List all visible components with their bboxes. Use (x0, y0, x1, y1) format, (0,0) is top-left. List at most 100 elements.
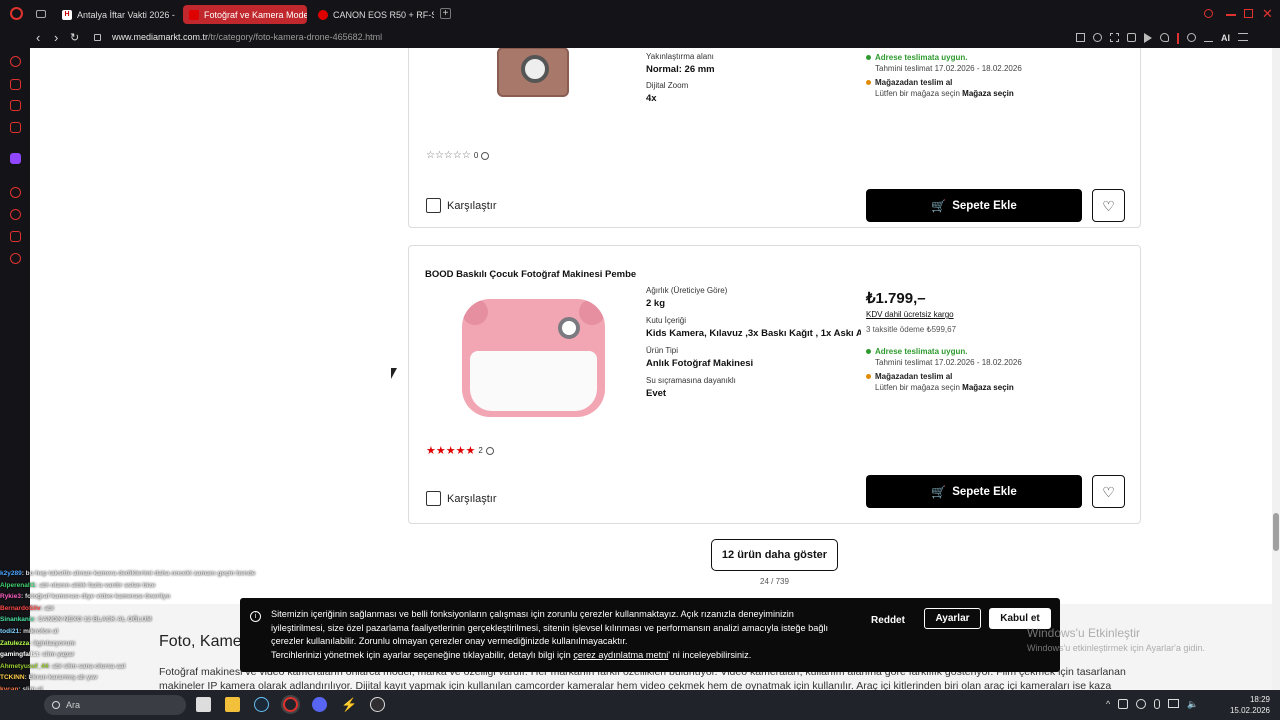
close-window-button[interactable]: ✕ (1262, 6, 1273, 22)
rating-stars: ★★★★★ 2 (426, 444, 494, 457)
search-icon (52, 701, 60, 709)
windows-taskbar: Ara ⚡ ^ 🔈 18:29 15.02.2026 (0, 690, 1280, 720)
reload-icon[interactable]: ↻ (70, 31, 79, 44)
volume-icon[interactable]: 🔈 (1187, 699, 1198, 710)
heart-icon[interactable] (1160, 33, 1169, 42)
review-count: 0 (473, 151, 479, 160)
menu-icon[interactable] (1238, 33, 1248, 41)
checkbox-box (426, 491, 441, 506)
maximize-button[interactable] (1244, 9, 1253, 18)
scrollbar-thumb[interactable] (1273, 513, 1279, 551)
task-view-icon[interactable] (196, 697, 211, 712)
chat-message: k2y289: bu hep taksitle alınan kamera de… (0, 570, 256, 577)
discord-icon[interactable] (312, 697, 327, 712)
aria-ai-button[interactable]: AI (1221, 33, 1230, 44)
green-dot-icon (866, 349, 871, 355)
green-dot-icon (866, 55, 871, 61)
taskbar-apps: ⚡ (196, 697, 385, 712)
add-to-cart-button[interactable]: 🛒 Sepete Ekle (866, 189, 1082, 222)
news-icon[interactable] (10, 122, 21, 133)
vpn-icon[interactable] (1127, 33, 1136, 42)
chat-message: Zatulezza: ilginlazyorum (0, 639, 76, 647)
chat-message: Sinankaniz: CANON NEXO 12 BLACK AL OĞLUM (0, 616, 152, 624)
product-count: 24 / 739 (760, 577, 789, 586)
page-scrollbar[interactable] (1272, 48, 1280, 690)
history-icon[interactable] (10, 209, 21, 220)
split-view-icon[interactable] (1076, 33, 1085, 42)
screenshot-icon[interactable] (1110, 33, 1119, 42)
file-explorer-icon[interactable] (225, 697, 240, 712)
tray-app-icon[interactable] (1118, 699, 1129, 709)
account-icon[interactable] (1187, 33, 1196, 42)
workspaces-icon[interactable] (36, 10, 46, 18)
opera-taskbar-icon[interactable] (283, 697, 298, 712)
back-icon[interactable]: ‹ (36, 30, 40, 45)
delivery-info: Adrese teslimata uygun. Tahmini teslimat… (866, 347, 1126, 392)
messenger-icon[interactable] (10, 100, 21, 111)
chat-message: Rykie3: fotoğraf kamerası diye video kam… (0, 593, 171, 601)
bolt-app-icon[interactable]: ⚡ (341, 697, 357, 712)
specs-list: Ağırlık (Üreticiye Göre) 2 kg Kutu İçeri… (646, 286, 861, 399)
spec-value: 4x (646, 93, 657, 104)
chat-message: Alperenalt1: abi olanın aldık fazla vard… (0, 581, 156, 589)
mouse-cursor-icon (391, 368, 397, 379)
store-select-link[interactable]: Mağaza seçin (962, 89, 1014, 98)
shopping-icon[interactable] (10, 79, 21, 90)
wishlist-button[interactable]: ♡ (1092, 475, 1125, 508)
review-count: 2 (478, 446, 483, 455)
mediamarkt-favicon-icon (189, 9, 199, 20)
player-icon[interactable] (10, 187, 21, 198)
obs-icon[interactable] (370, 697, 385, 712)
compare-checkbox[interactable]: Karşılaştır (426, 491, 497, 506)
tray-app-icon[interactable] (1136, 699, 1147, 709)
url-field[interactable]: www.mediamarkt.com.tr/tr/category/foto-k… (112, 32, 382, 42)
pin-icon[interactable] (1093, 33, 1102, 42)
steam-icon[interactable] (254, 697, 269, 712)
play-icon[interactable] (1144, 33, 1152, 43)
extensions-icon[interactable] (10, 231, 21, 242)
product-title[interactable]: BOOD Baskılı Çocuk Fotoğraf Makinesi Pem… (425, 269, 636, 280)
minimize-button[interactable] (1226, 14, 1236, 16)
rating-stars: ☆☆☆☆☆ 0 (426, 150, 490, 161)
settings-icon[interactable] (10, 253, 21, 264)
shipping-link[interactable]: KDV dahil ücretsiz kargo (866, 310, 954, 319)
tab-antalya-iftar[interactable]: H Antalya İftar Vakti 2026 - A (56, 5, 176, 24)
twitch-icon[interactable] (10, 153, 21, 164)
cookie-policy-link[interactable]: çerez aydınlatma metni (573, 650, 668, 660)
taskbar-search[interactable]: Ara (44, 695, 186, 715)
opera-logo-icon[interactable] (10, 7, 23, 20)
info-icon[interactable] (485, 446, 494, 455)
taskbar-clock[interactable]: 18:29 15.02.2026 (1218, 694, 1270, 716)
tab-fotograf-kamera[interactable]: Fotoğraf ve Kamera Mode (183, 5, 307, 24)
orange-dot-icon (866, 80, 871, 86)
search-tabs-icon[interactable] (1204, 9, 1213, 18)
reject-cookies-button[interactable]: Reddet (858, 610, 918, 630)
compare-checkbox[interactable]: Karşılaştır (426, 198, 497, 213)
checkbox-box (426, 198, 441, 213)
chat-message: Ahmetyusuf_44: abi slim sana olursa aal (0, 662, 126, 670)
product-image-camera[interactable] (497, 48, 569, 97)
load-more-button[interactable]: 12 ürün daha göster (711, 539, 838, 571)
h-favicon-icon: H (62, 9, 72, 20)
mediamarkt-favicon-icon (318, 9, 328, 20)
download-icon[interactable] (1204, 33, 1213, 42)
product-image-pink-camera[interactable] (462, 299, 605, 417)
cookie-settings-button[interactable]: Ayarlar (924, 608, 981, 629)
chat-message: TCKINN: Ekran kararmış ab yav (0, 674, 98, 682)
info-icon[interactable] (481, 151, 490, 160)
camera-lens (558, 317, 580, 339)
microphone-icon[interactable] (1154, 699, 1161, 709)
forward-icon[interactable]: › (54, 30, 58, 45)
store-select-link[interactable]: Mağaza seçin (962, 383, 1014, 392)
wishlist-button[interactable]: ♡ (1092, 189, 1125, 222)
new-tab-button[interactable]: + (440, 8, 451, 19)
add-to-cart-button[interactable]: 🛒 Sepete Ekle (866, 475, 1082, 508)
chevron-up-icon[interactable]: ^ (1106, 699, 1110, 710)
toolbar-icons: AI (1076, 33, 1248, 44)
aria-icon[interactable] (10, 56, 21, 67)
network-icon[interactable] (1168, 699, 1180, 708)
camera-ear-right (579, 299, 605, 325)
separator (1177, 33, 1179, 44)
tab-canon-eos[interactable]: CANON EOS R50 + RF-S 1 (312, 5, 434, 24)
chat-message: gamingfallst: slim yapar (0, 651, 75, 659)
